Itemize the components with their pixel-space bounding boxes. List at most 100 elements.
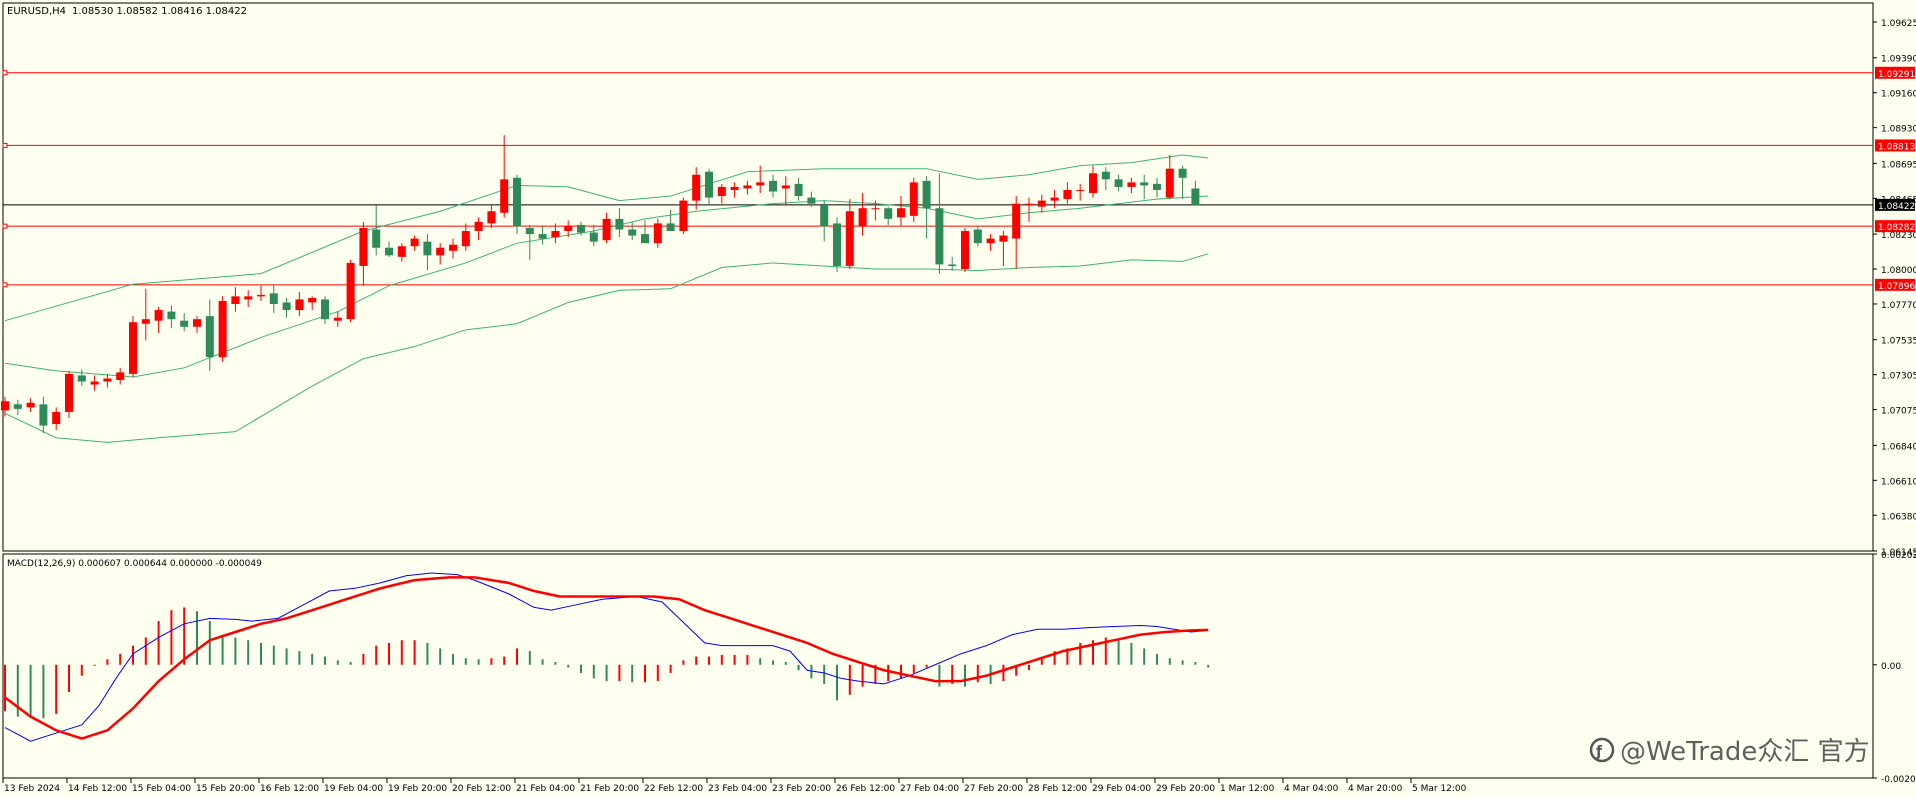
candle-bull <box>1025 203 1033 206</box>
chart-background <box>0 0 1916 798</box>
candle-bull <box>1089 173 1097 194</box>
chart-title: EURUSD,H4 1.08530 1.08582 1.08416 1.08422 <box>7 6 247 17</box>
level-tag-label: 1.08813 <box>1878 142 1915 152</box>
candle-bear <box>794 183 803 197</box>
candle-bull <box>897 208 905 218</box>
candle-bull <box>52 411 61 425</box>
price-tick-label: 1.07535 <box>1881 337 1916 347</box>
time-tick-label: 19 Feb 04:00 <box>324 784 383 794</box>
time-tick-label: 29 Feb 20:00 <box>1156 784 1215 794</box>
candle-bull <box>781 185 790 189</box>
price-tick-label: 1.09390 <box>1881 55 1916 65</box>
candle-bull <box>141 319 150 324</box>
candle-bull <box>1063 189 1072 200</box>
candle-bear <box>820 205 829 227</box>
candle-bear <box>948 264 957 266</box>
candle-bull <box>871 208 880 210</box>
price-tick-label: 1.06380 <box>1881 512 1916 522</box>
time-tick-label: 14 Feb 12:00 <box>68 784 127 794</box>
level-tag-label: 1.09291 <box>1878 70 1915 80</box>
candle-bull <box>858 208 867 227</box>
time-tick-label: 15 Feb 20:00 <box>196 784 255 794</box>
candle-bull <box>397 246 406 257</box>
time-tick-label: 4 Mar 04:00 <box>1284 784 1339 794</box>
candle-bull <box>500 179 509 213</box>
chart-window[interactable]: 1.09291 1.08813 1.08282 1.07896 1.08422 1.09… <box>0 0 1916 798</box>
candle-bear <box>705 171 713 198</box>
candle-bear <box>1153 183 1161 190</box>
macd-tick-label: 0.002028 <box>1881 551 1916 561</box>
candle-bear <box>180 320 189 327</box>
candle-bear <box>615 218 624 230</box>
candle-bull <box>1076 189 1085 191</box>
candle-bull <box>653 223 662 244</box>
candle-bear <box>167 311 176 320</box>
candle-bull <box>295 299 304 311</box>
candle-bear <box>269 293 278 304</box>
candle-bear <box>1114 179 1123 187</box>
candle-bear <box>833 223 841 266</box>
time-tick-label: 29 Feb 04:00 <box>1092 784 1151 794</box>
candle-bear <box>1101 171 1110 180</box>
time-tick-label: 28 Feb 12:00 <box>1028 784 1087 794</box>
price-tick-label: 1.09160 <box>1881 90 1916 100</box>
candle-bull <box>487 211 496 224</box>
time-tick-label: 23 Feb 20:00 <box>772 784 831 794</box>
price-tick-label: 1.09625 <box>1881 19 1916 29</box>
candle-bear <box>922 180 931 209</box>
time-tick-label: 23 Feb 04:00 <box>708 784 767 794</box>
candle-bull <box>986 238 995 244</box>
candle-bull <box>1 401 9 411</box>
price-tick-label: 1.08000 <box>1881 266 1916 276</box>
candle-bull <box>436 247 445 256</box>
watermark: ƒ @WeTrade众汇 官方 <box>1589 737 1870 767</box>
candle-bear <box>884 208 893 219</box>
chart-canvas[interactable]: 1.092911.088131.082821.078961.08422 1.09… <box>0 0 1916 798</box>
candle-bull <box>474 221 483 232</box>
level-marker <box>2 223 8 229</box>
time-tick-label: 22 Feb 12:00 <box>644 784 703 794</box>
candle-bear <box>538 234 547 239</box>
candle-bull <box>1012 203 1021 239</box>
price-tick-label: 1.08230 <box>1881 231 1916 241</box>
wetrade-logo-glyph: ƒ <box>1595 744 1603 760</box>
candle-bear <box>807 197 816 204</box>
candle-bull <box>717 186 726 197</box>
candle-bear <box>205 316 214 358</box>
candle-bull <box>679 200 688 232</box>
level-tag-label: 1.07896 <box>1878 282 1915 292</box>
level-marker <box>2 70 8 76</box>
time-tick-label: 21 Feb 20:00 <box>580 784 639 794</box>
candle-bull <box>1127 182 1136 187</box>
candle-bear <box>1191 188 1200 206</box>
candle-bear <box>13 404 22 409</box>
candle-bull <box>1050 197 1059 201</box>
candle-bull <box>359 227 368 266</box>
time-tick-label: 4 Mar 20:00 <box>1348 784 1403 794</box>
time-tick-label: 1 Mar 12:00 <box>1220 784 1275 794</box>
candle-bear <box>282 302 291 311</box>
candle-bull <box>909 182 918 216</box>
candle-bear <box>525 227 534 235</box>
time-tick-label: 27 Feb 20:00 <box>964 784 1023 794</box>
candle-bull <box>154 310 163 321</box>
candle-bull <box>103 378 112 382</box>
candle-bear <box>666 223 675 232</box>
candle-bear <box>589 232 598 242</box>
price-tick-label: 1.06840 <box>1881 442 1916 452</box>
candle-bull <box>1037 200 1046 207</box>
candle-bull <box>26 402 35 408</box>
candle-bull <box>1165 168 1174 198</box>
candle-bear <box>385 247 393 256</box>
candle-bear <box>577 224 585 233</box>
price-tick-label: 1.07305 <box>1881 372 1916 382</box>
candle-bull <box>218 300 227 358</box>
candle-bull <box>730 186 739 190</box>
candle-bull <box>193 319 201 327</box>
time-tick-label: 5 Mar 12:00 <box>1412 784 1467 794</box>
macd-tick-label: -0.002073 <box>1881 775 1916 785</box>
time-tick-label: 16 Feb 12:00 <box>260 784 319 794</box>
candle-bear <box>1140 182 1149 186</box>
macd-tick-label: 0.00 <box>1881 662 1901 672</box>
candle-bull <box>257 294 265 297</box>
